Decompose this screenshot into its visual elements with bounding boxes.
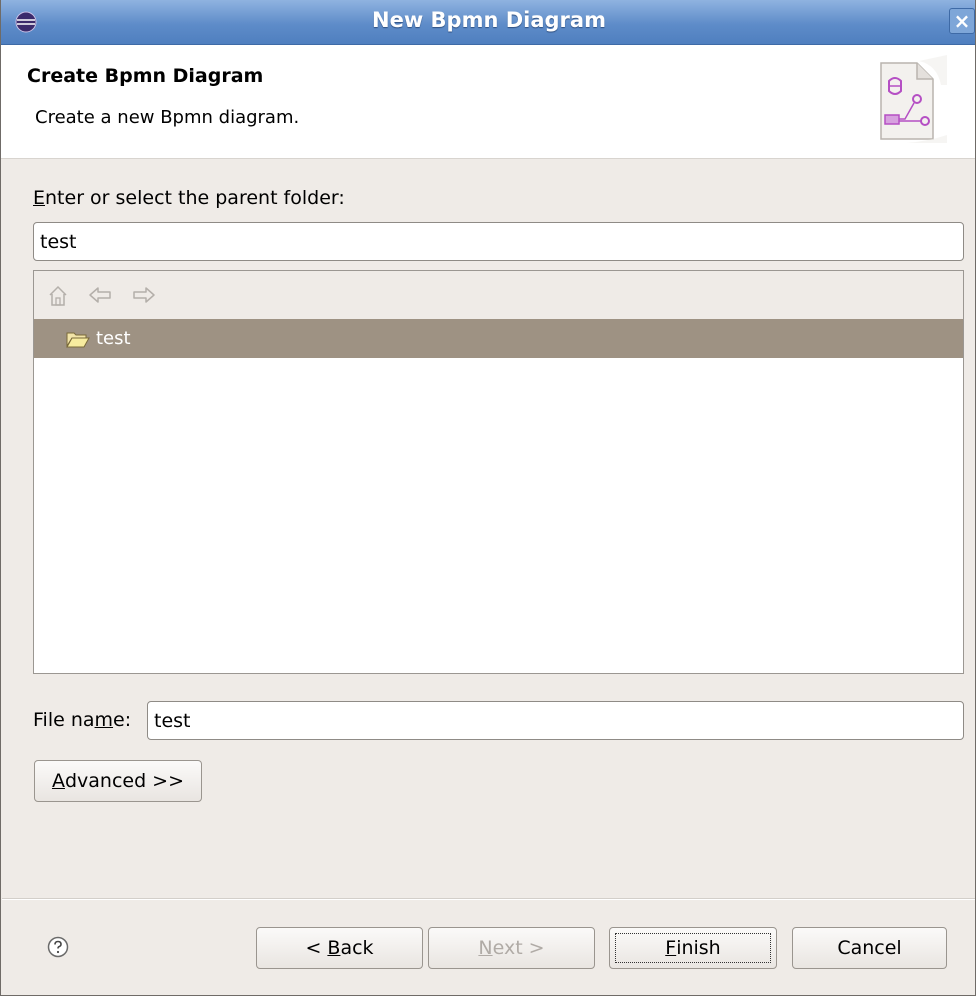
folder-tree[interactable]: test xyxy=(33,270,964,674)
home-icon[interactable] xyxy=(48,285,68,307)
focus-ring xyxy=(615,933,771,963)
file-name-input[interactable]: test xyxy=(147,701,964,740)
file-name-label: File name: xyxy=(33,709,132,731)
next-button[interactable]: Next > xyxy=(428,927,595,969)
wizard-banner: Create Bpmn Diagram Create a new Bpmn di… xyxy=(1,45,975,159)
finish-button[interactable]: Finish xyxy=(609,927,777,969)
forward-arrow-icon[interactable] xyxy=(132,285,156,305)
cancel-button[interactable]: Cancel xyxy=(792,927,947,969)
page-description: Create a new Bpmn diagram. xyxy=(35,107,300,128)
title-bar[interactable]: New Bpmn Diagram × xyxy=(1,0,975,45)
page-title: Create Bpmn Diagram xyxy=(27,65,264,87)
back-button[interactable]: < Back xyxy=(256,927,423,969)
tree-item-test[interactable]: test xyxy=(34,319,963,358)
help-icon[interactable] xyxy=(47,936,69,958)
parent-folder-input[interactable]: test xyxy=(33,222,964,261)
bpmn-wizard-icon xyxy=(880,55,947,143)
tree-item-label: test xyxy=(96,328,131,349)
window-title: New Bpmn Diagram xyxy=(372,8,606,32)
parent-folder-label: Enter or select the parent folder: xyxy=(33,187,345,209)
new-bpmn-diagram-dialog: New Bpmn Diagram × Create Bpmn Diagram C… xyxy=(0,0,976,996)
advanced-button[interactable]: Advanced >> xyxy=(34,760,202,802)
separator xyxy=(2,898,975,900)
close-icon[interactable]: × xyxy=(949,8,975,34)
tree-toolbar xyxy=(34,271,963,320)
back-arrow-icon[interactable] xyxy=(88,285,112,305)
folder-open-icon xyxy=(66,332,90,348)
